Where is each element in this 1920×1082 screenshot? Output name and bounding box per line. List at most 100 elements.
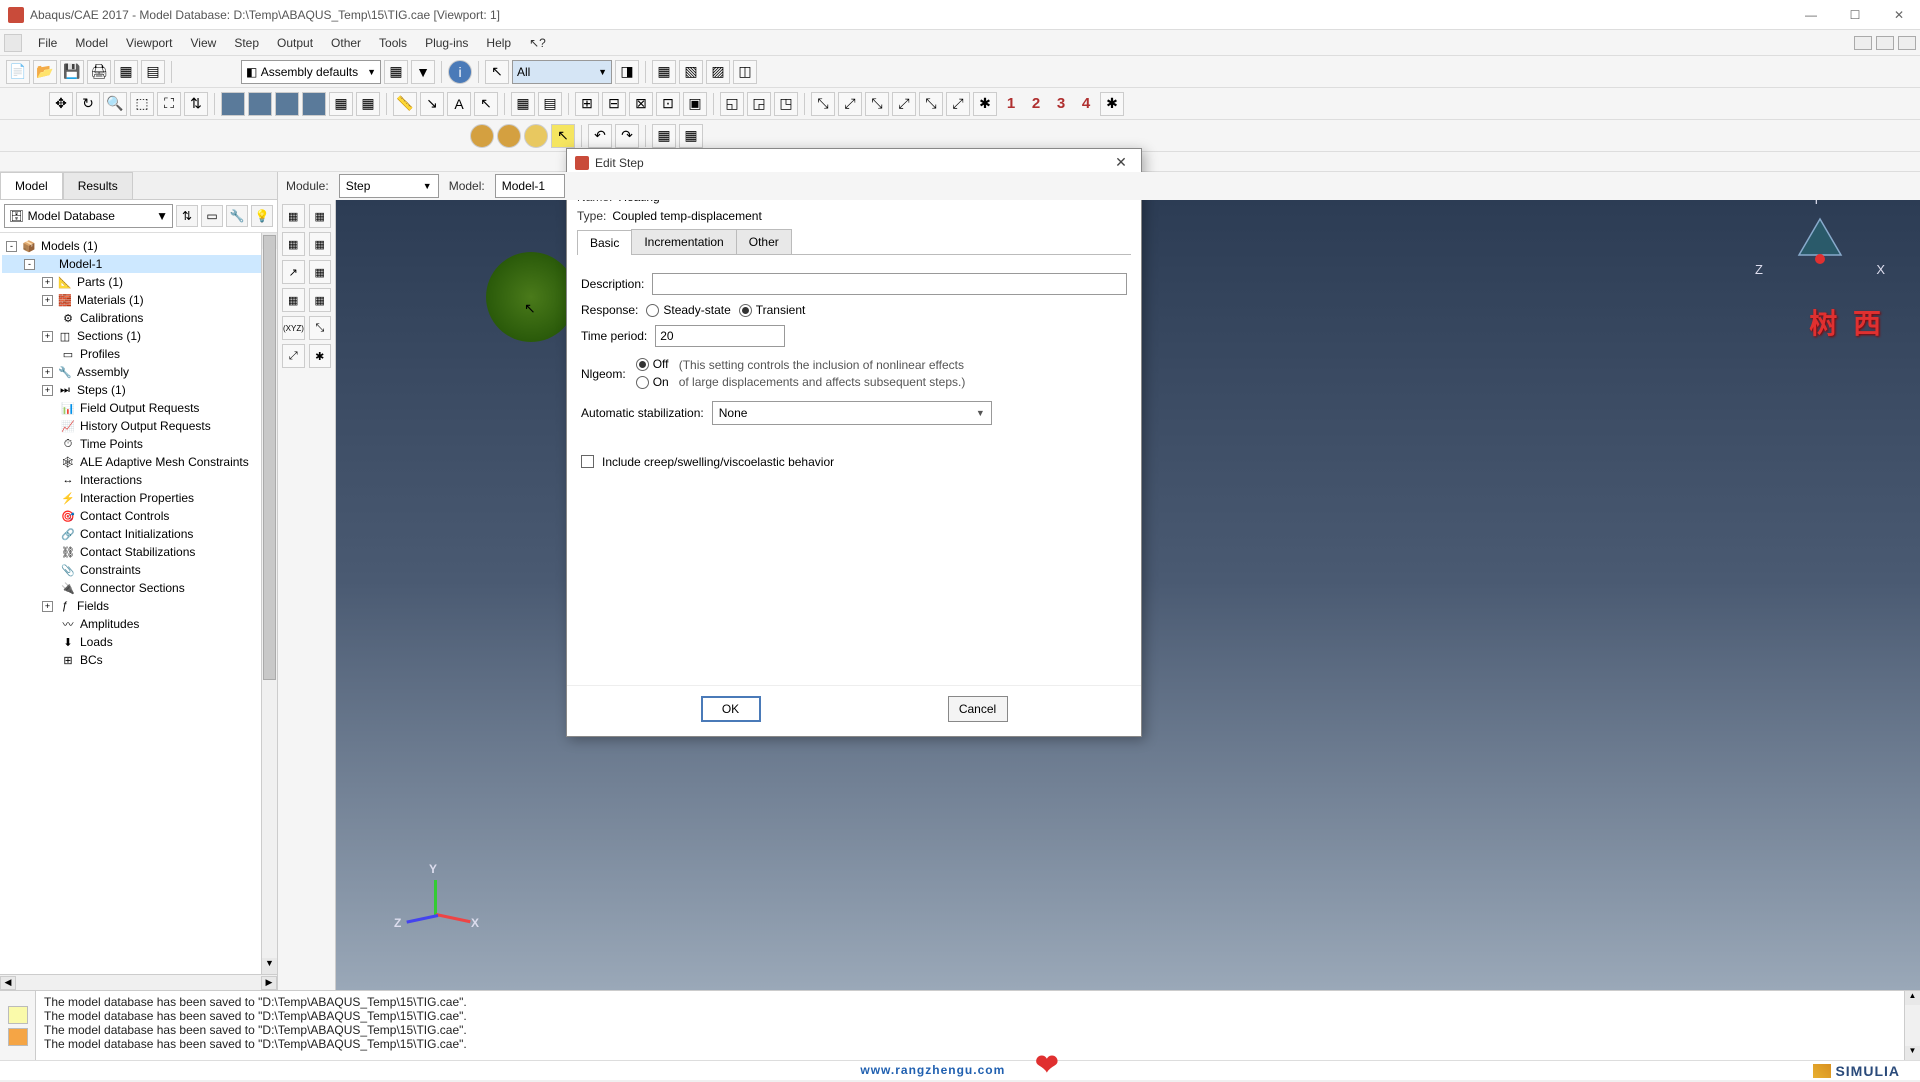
select-arrow-icon[interactable]: ↖	[485, 60, 509, 84]
tb-tool-a[interactable]: ↗	[282, 260, 305, 284]
tree-item[interactable]: +🧱Materials (1)	[2, 291, 275, 309]
scroll-left-icon[interactable]: ◀	[0, 976, 16, 990]
csys-icon-5[interactable]: ⤡	[919, 92, 943, 116]
zoom-icon[interactable]: 🔍	[103, 92, 127, 116]
tree-expander-icon[interactable]: +	[42, 601, 53, 612]
tree-tool-icon[interactable]: 🔧	[226, 205, 248, 227]
model-tree[interactable]: -📦Models (1)-Model-1+📐Parts (1)+🧱Materia…	[0, 233, 277, 974]
arrow-icon[interactable]: ↖	[474, 92, 498, 116]
dialog-close-button[interactable]: ✕	[1109, 153, 1133, 173]
tree-item[interactable]: 🎯Contact Controls	[2, 507, 275, 525]
tree-item[interactable]: 🔌Connector Sections	[2, 579, 275, 597]
tree-item[interactable]: ⊞BCs	[2, 651, 275, 669]
toolbar-icon-f[interactable]: ▦	[652, 60, 676, 84]
csys-icon-1[interactable]: ⤡	[811, 92, 835, 116]
tb-history-manager[interactable]: ▦	[309, 232, 332, 256]
menu-file[interactable]: File	[30, 33, 65, 53]
datum-icon-2[interactable]: ⊟	[602, 92, 626, 116]
tree-expander-icon[interactable]: +	[42, 367, 53, 378]
tree-item[interactable]: +⏭Steps (1)	[2, 381, 275, 399]
tree-item[interactable]: 📊Field Output Requests	[2, 399, 275, 417]
menu-model[interactable]: Model	[67, 33, 116, 53]
shade-icon-2[interactable]	[248, 92, 272, 116]
csys-icon-6[interactable]: ⤢	[946, 92, 970, 116]
tree-hscrollbar[interactable]: ◀ ▶	[0, 974, 277, 990]
tb-csys-icon[interactable]: ⤡	[309, 316, 331, 340]
menu-step[interactable]: Step	[226, 33, 267, 53]
rotate-icon[interactable]: ↻	[76, 92, 100, 116]
undo-icon[interactable]: ↶	[588, 124, 612, 148]
tb-tool-f[interactable]: ✱	[309, 344, 332, 368]
toolbar-icon-e[interactable]: ◨	[615, 60, 639, 84]
response-steady-radio[interactable]: Steady-state	[646, 303, 730, 317]
cancel-button[interactable]: Cancel	[948, 696, 1008, 722]
tree-expander-icon[interactable]: -	[6, 241, 17, 252]
response-transient-radio[interactable]: Transient	[739, 303, 806, 317]
cube-icon-1[interactable]: ◱	[720, 92, 744, 116]
tree-item[interactable]: 📈History Output Requests	[2, 417, 275, 435]
view-2-button[interactable]: 2	[1025, 95, 1047, 112]
maximize-button[interactable]: ☐	[1842, 5, 1868, 25]
circle-icon-3[interactable]	[524, 124, 548, 148]
csys-icon-7[interactable]: ✱	[973, 92, 997, 116]
grid-icon-1[interactable]: ▦	[511, 92, 535, 116]
info-icon[interactable]: i	[448, 60, 472, 84]
nlgeom-on-radio[interactable]: On	[636, 375, 669, 389]
menu-tools[interactable]: Tools	[371, 33, 415, 53]
filter-combo[interactable]: All ▼	[512, 60, 612, 84]
cube-icon-3[interactable]: ◳	[774, 92, 798, 116]
misc-icon-1[interactable]: ▦	[652, 124, 676, 148]
tree-item[interactable]: 📎Constraints	[2, 561, 275, 579]
app-menu-icon[interactable]	[4, 34, 22, 52]
tree-expander-icon[interactable]: +	[42, 295, 53, 306]
zoom-box-icon[interactable]: ⬚	[130, 92, 154, 116]
menu-viewport[interactable]: Viewport	[118, 33, 180, 53]
grid-icon-2[interactable]: ▤	[538, 92, 562, 116]
context-help-icon[interactable]: ↖?	[521, 33, 554, 53]
tree-item[interactable]: +🔧Assembly	[2, 363, 275, 381]
annotate-icon[interactable]: A	[447, 92, 471, 116]
tb-field-output[interactable]: ▦	[282, 204, 305, 228]
csys-icon-4[interactable]: ⤢	[892, 92, 916, 116]
module-combo[interactable]: Step ▼	[339, 174, 439, 198]
csys-iso-icon[interactable]: ✱	[1100, 92, 1124, 116]
save-file-icon[interactable]: 💾	[60, 60, 84, 84]
misc-icon-2[interactable]: ▦	[679, 124, 703, 148]
view-1-button[interactable]: 1	[1000, 95, 1022, 112]
tree-expander-icon[interactable]: -	[24, 259, 35, 270]
render-style-combo[interactable]: ◧ Assembly defaults ▼	[241, 60, 381, 84]
tree-item[interactable]: ⛓Contact Stabilizations	[2, 543, 275, 561]
menu-help[interactable]: Help	[478, 33, 519, 53]
toolbar-icon-c[interactable]: ▦	[384, 60, 408, 84]
circle-icon-1[interactable]	[470, 124, 494, 148]
toolbar-icon-i[interactable]: ◫	[733, 60, 757, 84]
datum-icon-5[interactable]: ▣	[683, 92, 707, 116]
menu-other[interactable]: Other	[323, 33, 369, 53]
scroll-right-icon[interactable]: ▶	[261, 976, 277, 990]
tab-basic[interactable]: Basic	[577, 230, 632, 255]
tree-item[interactable]: 🔗Contact Initializations	[2, 525, 275, 543]
tree-expander-icon[interactable]: +	[42, 385, 53, 396]
pan-icon[interactable]: ✥	[49, 92, 73, 116]
view-3-button[interactable]: 3	[1050, 95, 1072, 112]
csys-icon-3[interactable]: ⤡	[865, 92, 889, 116]
wire-icon[interactable]: ▦	[329, 92, 353, 116]
circle-icon-2[interactable]	[497, 124, 521, 148]
tree-item[interactable]: +ƒFields	[2, 597, 275, 615]
toolbar-icon-g[interactable]: ▧	[679, 60, 703, 84]
tree-item[interactable]: +◫Sections (1)	[2, 327, 275, 345]
shade-icon-4[interactable]	[302, 92, 326, 116]
model-database-combo[interactable]: 🗄 Model Database ▼	[4, 204, 173, 228]
new-file-icon[interactable]: 📄	[6, 60, 30, 84]
tab-other[interactable]: Other	[736, 229, 792, 254]
toolbar-icon-d[interactable]: ▼	[411, 60, 435, 84]
tree-item[interactable]: 〰Amplitudes	[2, 615, 275, 633]
tree-filter-icon[interactable]: ▭	[201, 205, 223, 227]
cycle-icon[interactable]: ⇅	[184, 92, 208, 116]
autostab-combo[interactable]: None ▼	[712, 401, 992, 425]
tab-results[interactable]: Results	[63, 172, 133, 199]
datum-icon-3[interactable]: ⊠	[629, 92, 653, 116]
datum-icon-1[interactable]: ⊞	[575, 92, 599, 116]
print-icon[interactable]: 🖨	[87, 60, 111, 84]
cube-icon-2[interactable]: ◲	[747, 92, 771, 116]
